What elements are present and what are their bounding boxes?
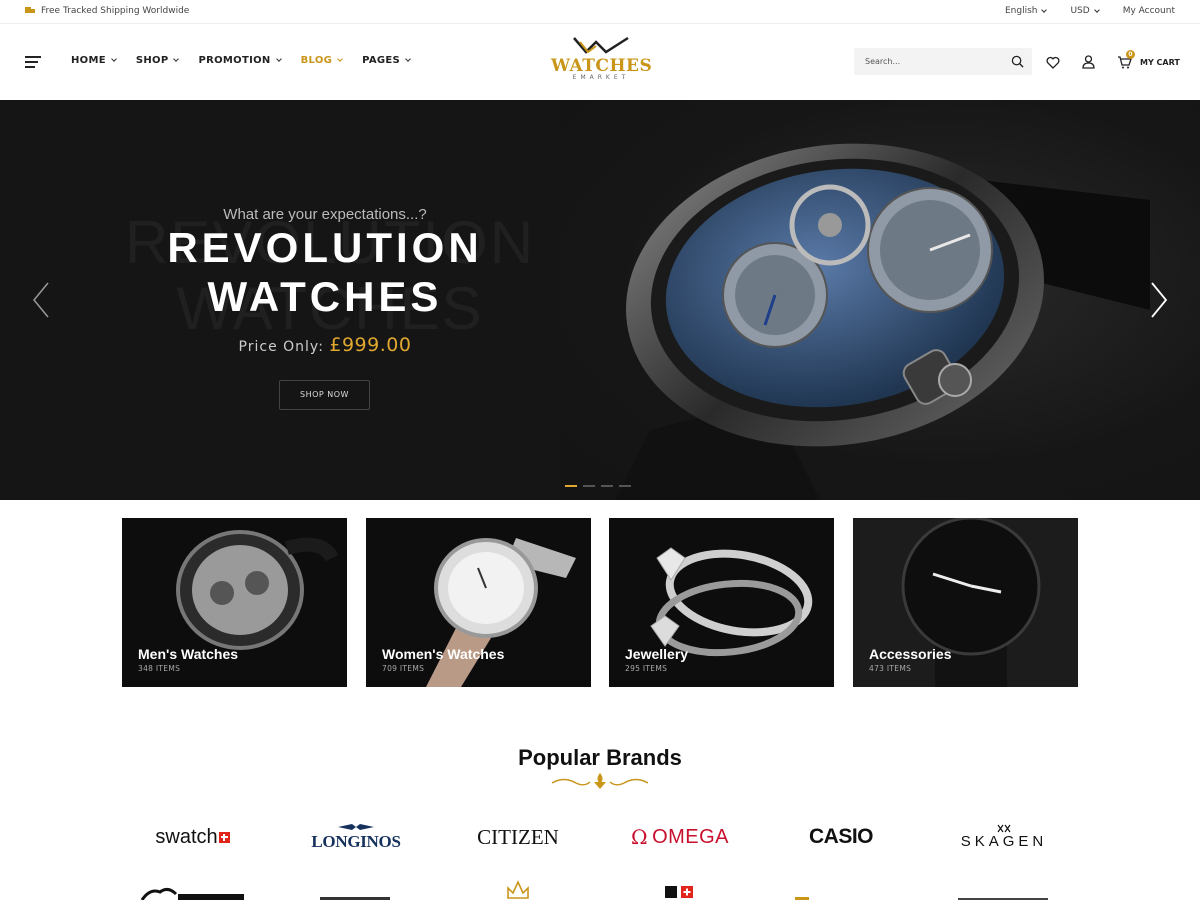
nav-item-pages[interactable]: PAGES (362, 55, 411, 66)
category-card-accessories[interactable]: Accessories 473 ITEMS (853, 518, 1078, 687)
category-card-mens-watches[interactable]: Men's Watches 348 ITEMS (122, 518, 347, 687)
nav-label: HOME (71, 55, 106, 66)
brand-name: swatch (155, 825, 218, 848)
main-header: HOME SHOP PROMOTION BLOG PAGES WATCHES E… (0, 24, 1200, 100)
search-input[interactable] (854, 48, 1004, 75)
slider-dot[interactable] (619, 485, 631, 487)
cart-button[interactable]: 0 MY CART (1117, 50, 1180, 69)
nav-label: SHOP (135, 55, 169, 66)
omega-symbol-icon: Ω (630, 825, 649, 849)
category-name: Accessories (869, 646, 952, 662)
brand-logo-partial-3[interactable] (795, 878, 815, 900)
chevron-down-icon (337, 56, 343, 62)
brand-logo-citizen[interactable]: CITIZEN (468, 822, 568, 852)
nav-label: PROMOTION (198, 55, 271, 66)
category-count: 709 ITEMS (382, 664, 425, 673)
category-name: Men's Watches (138, 646, 239, 662)
shipping-notice: Free Tracked Shipping Worldwide (25, 6, 189, 16)
skagen-mark-icon (997, 824, 1011, 833)
brand-logo-partial-1[interactable] (138, 878, 248, 900)
cart-label: MY CART (1140, 57, 1180, 67)
logo-crown-icon (573, 36, 629, 54)
category-card-womens-watches[interactable]: Women's Watches 709 ITEMS (366, 518, 591, 687)
brand-name: OMEGA (652, 825, 730, 848)
currency-label: USD (1070, 6, 1090, 16)
language-selector[interactable]: English (1004, 6, 1048, 16)
category-count: 348 ITEMS (138, 664, 181, 673)
prev-slide-arrow-icon[interactable] (32, 282, 50, 318)
hero-watch-image (615, 143, 1150, 500)
chevron-down-icon (173, 56, 180, 62)
slider-pagination (565, 485, 631, 487)
price-amount: £999.00 (329, 334, 412, 356)
heart-icon[interactable] (1046, 56, 1060, 69)
search-box (854, 48, 1032, 75)
next-slide-arrow-icon[interactable] (1150, 282, 1168, 318)
hero-kicker: What are your expectations...? (223, 206, 427, 223)
top-bar: Free Tracked Shipping Worldwide English … (0, 0, 1200, 24)
brand-logo-omega[interactable]: Ω OMEGA (624, 822, 736, 852)
currency-selector[interactable]: USD (1070, 6, 1100, 16)
slider-dot[interactable] (601, 485, 613, 487)
chevron-down-icon (405, 56, 411, 62)
truck-icon (25, 7, 35, 15)
cart-count-badge: 0 (1126, 50, 1135, 59)
swiss-cross-icon (218, 831, 230, 843)
nav-item-home[interactable]: HOME (71, 55, 117, 66)
hero-title-line2: WATCHES (207, 273, 443, 320)
nav-item-promotion[interactable]: PROMOTION (198, 55, 282, 66)
crown-icon[interactable] (505, 878, 531, 900)
chevron-down-icon (275, 56, 282, 62)
menu-icon[interactable] (25, 56, 41, 71)
brand-logo-partial-2[interactable] (320, 878, 390, 900)
nav-item-shop[interactable]: SHOP (135, 55, 180, 66)
category-card-jewellery[interactable]: Jewellery 295 ITEMS (609, 518, 834, 687)
category-count: 295 ITEMS (625, 664, 668, 673)
category-name: Jewellery (625, 646, 689, 662)
ornament-divider-icon (551, 773, 649, 789)
brand-logo-partial-4[interactable] (958, 878, 1048, 900)
brand-name: SKAGEN (960, 833, 1048, 850)
logo-word: WATCHES (551, 56, 653, 76)
chevron-down-icon (111, 56, 117, 62)
site-logo[interactable]: WATCHES EMARKET (551, 36, 653, 86)
price-label: Price Only: (238, 339, 324, 355)
brand-logo-skagen[interactable]: SKAGEN (945, 822, 1063, 852)
chevron-down-icon (1041, 6, 1048, 13)
category-count: 473 ITEMS (869, 664, 912, 673)
category-name: Women's Watches (382, 646, 505, 662)
main-nav: HOME SHOP PROMOTION BLOG PAGES (71, 55, 411, 66)
brand-logo-swatch[interactable]: swatch (140, 822, 245, 852)
hero-slider: REVOLUTION WATCHES What are your expecta… (0, 100, 1200, 500)
hero-title-line1: REVOLUTION (167, 224, 483, 271)
shop-now-button[interactable]: SHOP NOW (279, 380, 370, 410)
slider-dot[interactable] (565, 485, 577, 487)
user-icon[interactable] (1082, 55, 1095, 69)
brand-name: LONGINOS (311, 831, 401, 851)
slider-dot[interactable] (583, 485, 595, 487)
hero-price: Price Only: £999.00 (160, 334, 490, 356)
popular-brands-title: Popular Brands (518, 745, 682, 770)
brand-logo-longinos[interactable]: LONGINOS (305, 822, 407, 852)
language-label: English (1004, 6, 1038, 16)
nav-label: BLOG (300, 55, 333, 66)
nav-label: PAGES (362, 55, 401, 66)
chevron-down-icon (1093, 6, 1100, 13)
my-account-link[interactable]: My Account (1123, 6, 1175, 16)
nav-item-blog[interactable]: BLOG (301, 55, 343, 66)
brand-logo-casio[interactable]: CASIO (795, 822, 887, 852)
swiss-cross-brand-icon[interactable] (665, 882, 695, 900)
search-icon[interactable] (1011, 55, 1024, 68)
winged-hourglass-icon (338, 823, 374, 830)
shipping-text: Free Tracked Shipping Worldwide (41, 6, 190, 16)
